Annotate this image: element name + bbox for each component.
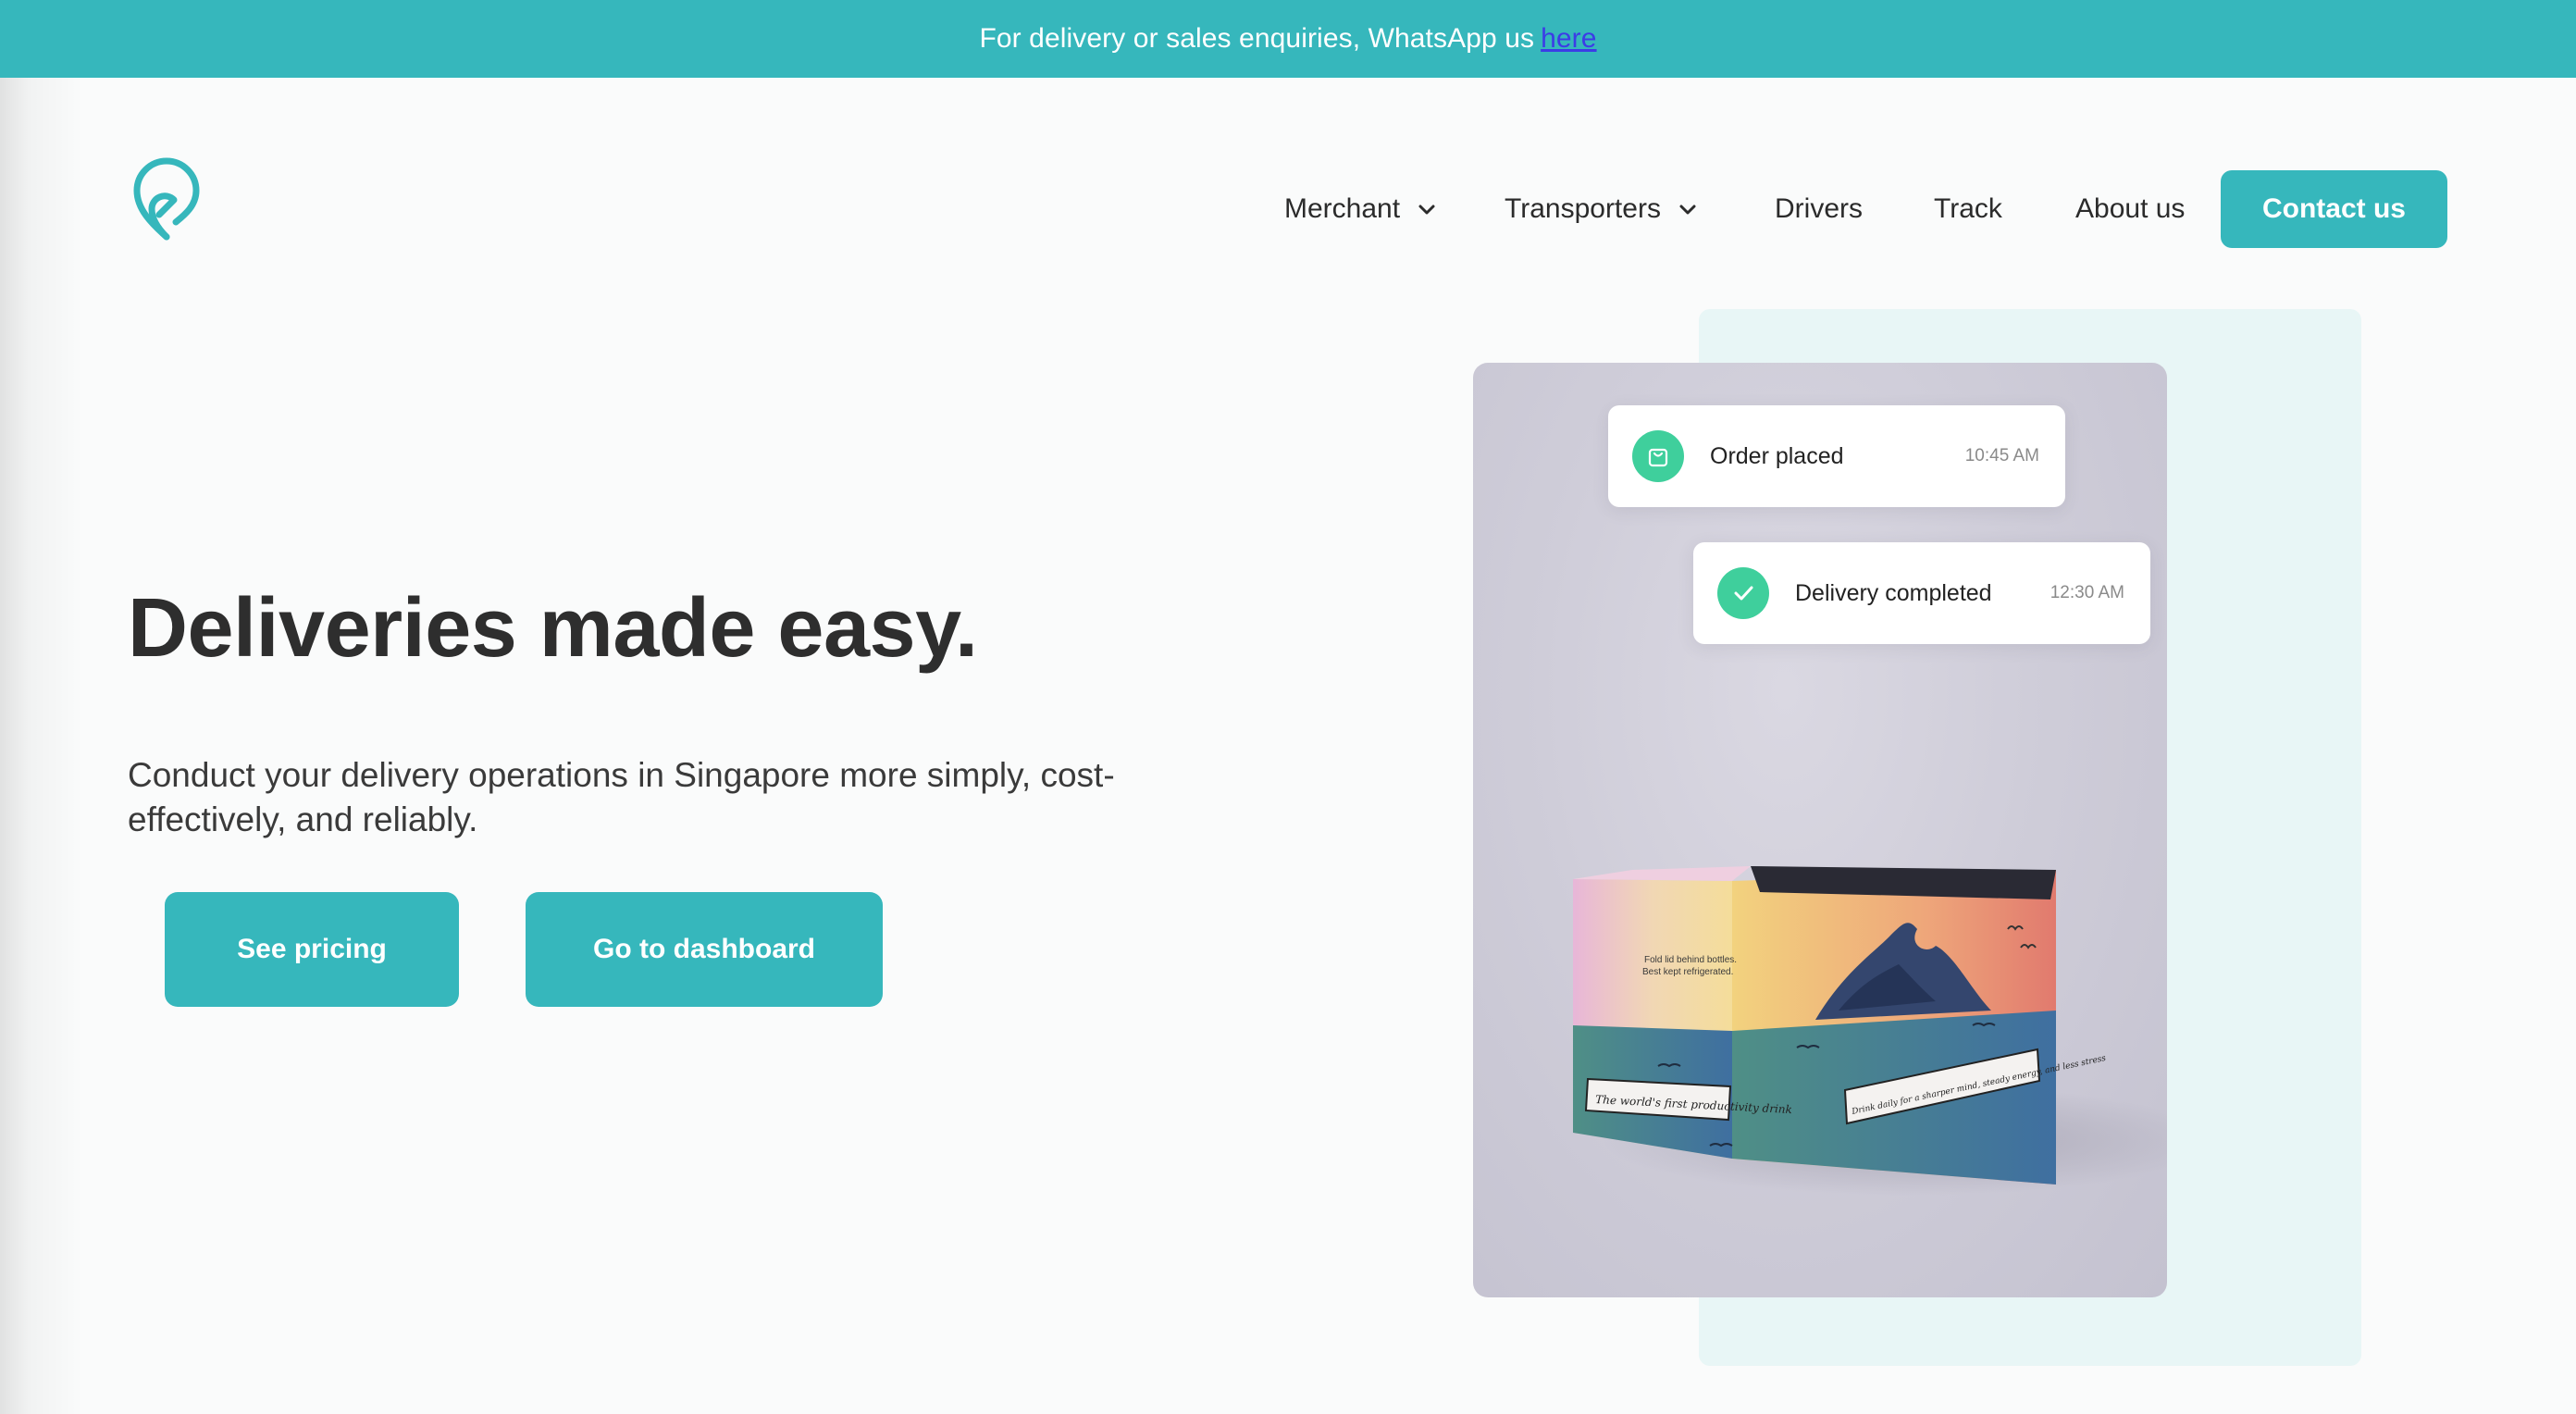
- order-placed-time: 10:45 AM: [1964, 446, 2039, 465]
- go-to-dashboard-button[interactable]: Go to dashboard: [526, 892, 883, 1007]
- order-placed-card: Order placed 10:45 AM: [1608, 405, 2065, 507]
- nav-track-label: Track: [1934, 193, 2002, 224]
- nav-about-us-label: About us: [2075, 193, 2186, 224]
- nav-drivers-label: Drivers: [1775, 193, 1863, 224]
- hero-subtitle: Conduct your delivery operations in Sing…: [128, 756, 1115, 838]
- nav-drivers[interactable]: Drivers: [1775, 170, 1863, 248]
- delivery-completed-label: Delivery completed: [1795, 579, 1992, 606]
- nav-transporters-label: Transporters: [1505, 193, 1661, 224]
- shopping-bag-icon: [1632, 430, 1684, 482]
- order-placed-label: Order placed: [1710, 442, 1844, 469]
- delivery-completed-card: Delivery completed 12:30 AM: [1693, 542, 2150, 644]
- landing-page: For delivery or sales enquiries, WhatsAp…: [0, 0, 2576, 1414]
- window-edge-shadow: [0, 78, 83, 1414]
- nav-track[interactable]: Track: [1934, 170, 2002, 248]
- check-icon: [1717, 567, 1769, 619]
- chevron-down-icon: [1679, 205, 1696, 215]
- announcement-text: For delivery or sales enquiries, WhatsAp…: [979, 23, 1535, 54]
- main-nav: Merchant Transporters Drivers Track Abou…: [0, 170, 2576, 248]
- nav-merchant[interactable]: Merchant: [1284, 170, 1437, 248]
- announcement-bar: For delivery or sales enquiries, WhatsAp…: [0, 0, 2576, 78]
- delivery-completed-time: 12:30 AM: [2050, 583, 2124, 602]
- nav-merchant-label: Merchant: [1284, 193, 1401, 224]
- box-lid-text-1: Fold lid behind bottles.: [1644, 955, 1737, 965]
- nav-about-us[interactable]: About us: [2075, 170, 2185, 248]
- whatsapp-link[interactable]: here: [1541, 23, 1596, 55]
- contact-us-button[interactable]: Contact us: [2221, 170, 2447, 248]
- chevron-down-icon: [1418, 205, 1435, 215]
- nav-transporters[interactable]: Transporters: [1505, 170, 1698, 248]
- box-lid-text-2: Best kept refrigerated.: [1642, 967, 1733, 977]
- hero-title: Deliveries made easy.: [128, 582, 978, 675]
- see-pricing-button[interactable]: See pricing: [165, 892, 459, 1007]
